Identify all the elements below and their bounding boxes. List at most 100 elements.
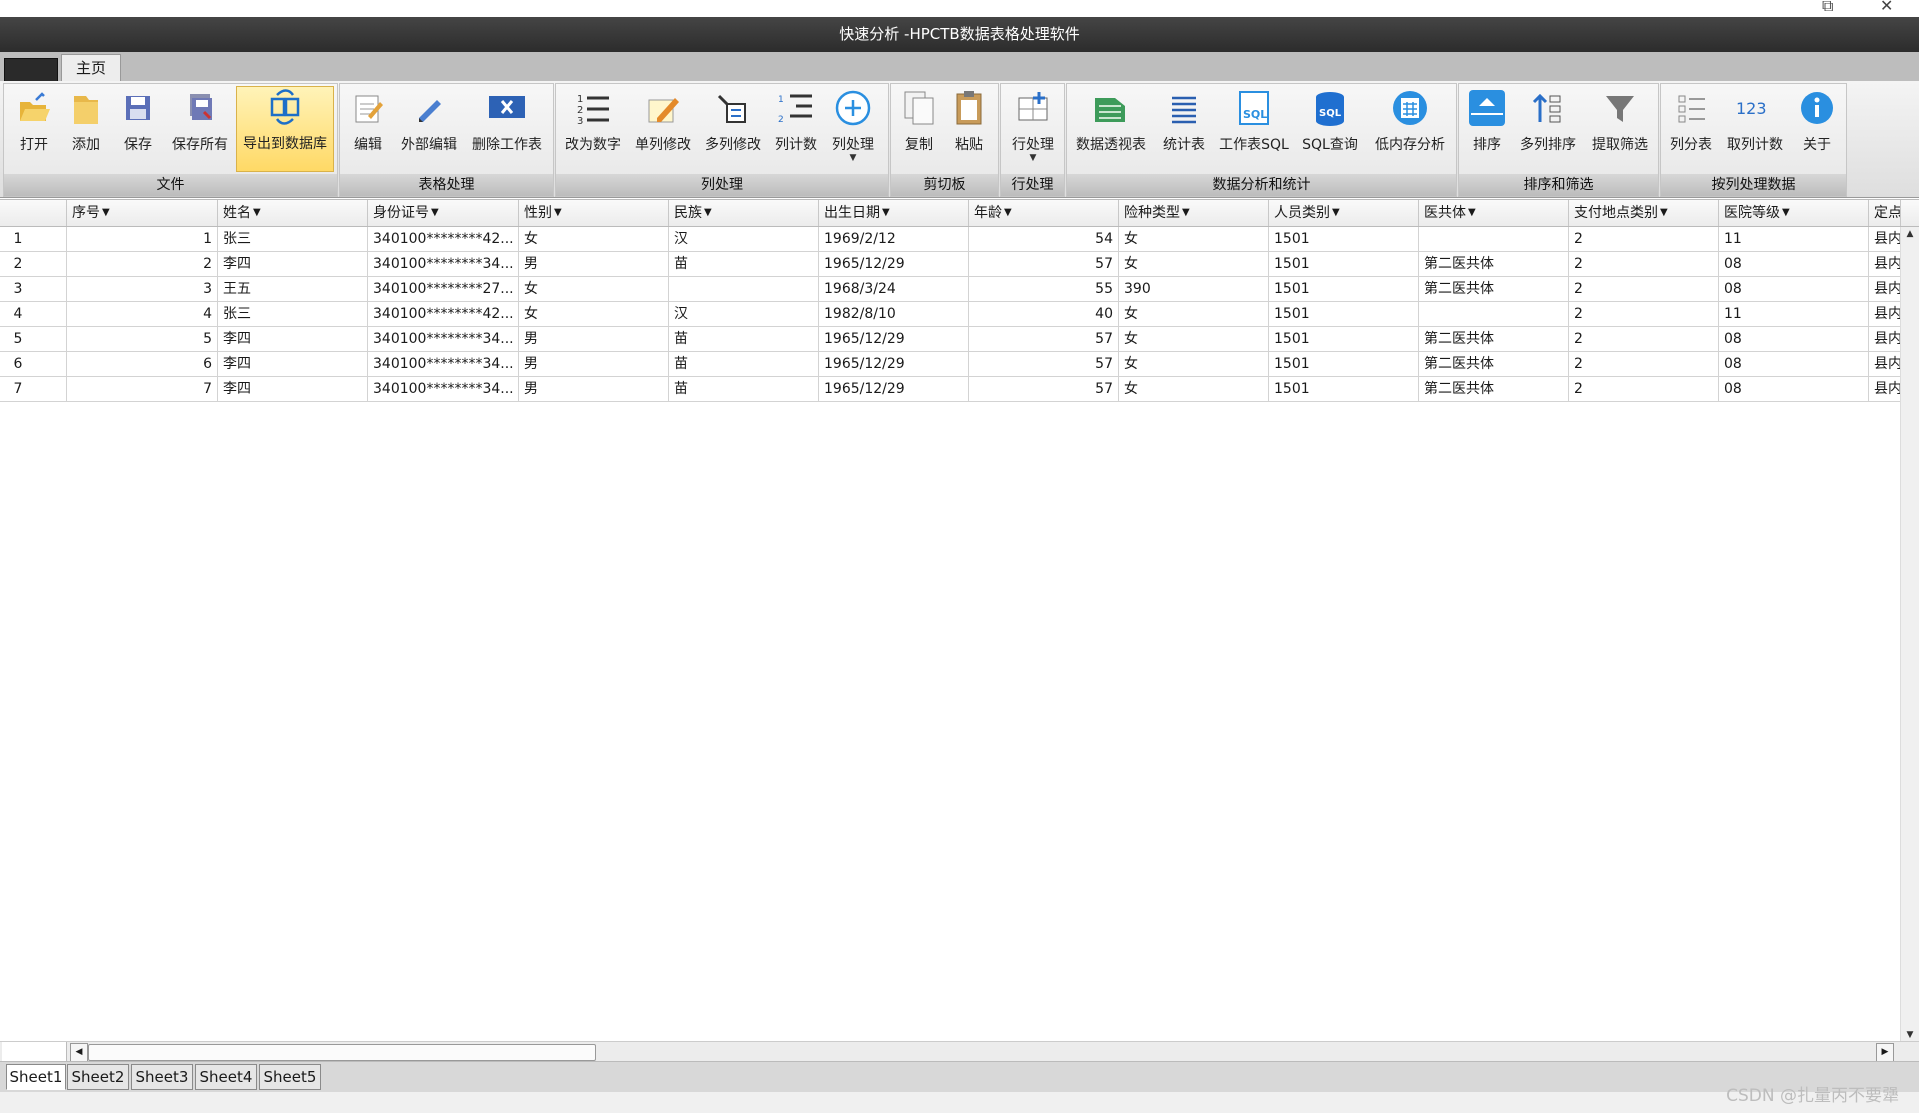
table-cell[interactable]: 1 <box>67 227 218 252</box>
column-header[interactable]: 险种类型 ▼ <box>1119 200 1269 226</box>
table-cell[interactable]: 女 <box>1119 252 1269 277</box>
table-cell[interactable]: 340100********42... <box>368 302 519 327</box>
corner-header[interactable] <box>0 200 67 226</box>
close-icon[interactable]: ✕ <box>1880 0 1893 15</box>
table-cell[interactable]: 340100********34... <box>368 327 519 352</box>
table-cell[interactable]: 1965/12/29 <box>819 377 969 402</box>
column-header[interactable]: 定点 <box>1869 200 1901 226</box>
filter-icon[interactable]: ▼ <box>554 207 562 218</box>
table-cell[interactable]: 1501 <box>1269 327 1419 352</box>
table-cell[interactable]: 40 <box>969 302 1119 327</box>
table-cell[interactable]: 1969/2/12 <box>819 227 969 252</box>
table-cell[interactable]: 4 <box>67 302 218 327</box>
table-cell[interactable]: 340100********27... <box>368 277 519 302</box>
copy-button[interactable]: 复制 <box>895 88 943 168</box>
table-cell[interactable]: 女 <box>519 302 669 327</box>
table-cell[interactable]: 李四 <box>218 377 368 402</box>
column-count-button[interactable]: 12 列计数 <box>770 88 822 168</box>
filter-icon[interactable]: ▼ <box>1660 207 1668 218</box>
column-header[interactable]: 序号 ▼ <box>67 200 218 226</box>
table-cell[interactable]: 1501 <box>1269 352 1419 377</box>
table-cell[interactable]: 1501 <box>1269 252 1419 277</box>
table-cell[interactable]: 340100********34... <box>368 252 519 277</box>
filter-icon[interactable]: ▼ <box>1004 207 1012 218</box>
take-column-count-button[interactable]: 123 取列计数 <box>1721 88 1789 168</box>
scroll-left-icon[interactable]: ◀ <box>70 1043 88 1062</box>
table-cell[interactable]: 男 <box>519 352 669 377</box>
table-cell[interactable]: 11 <box>1719 302 1869 327</box>
column-header[interactable]: 民族 ▼ <box>669 200 819 226</box>
paste-button[interactable]: 粘贴 <box>945 88 993 168</box>
table-cell[interactable]: 340100********34... <box>368 377 519 402</box>
row-header[interactable]: 7 <box>0 377 67 402</box>
pivot-table-button[interactable]: 数据透视表 <box>1071 88 1151 168</box>
table-cell[interactable]: 1965/12/29 <box>819 327 969 352</box>
table-cell[interactable]: 57 <box>969 252 1119 277</box>
filter-icon[interactable]: ▼ <box>1468 207 1476 218</box>
scroll-up-icon[interactable]: ▲ <box>1901 229 1919 239</box>
row-header[interactable]: 2 <box>0 252 67 277</box>
table-row[interactable]: 3 3 王五 340100********27... 女 1968/3/24 55 390 15… <box>0 277 1901 302</box>
table-cell[interactable]: 1501 <box>1269 227 1419 252</box>
table-cell[interactable]: 县内 <box>1869 352 1901 377</box>
table-cell[interactable]: 340100********34... <box>368 352 519 377</box>
column-process-dropdown[interactable]: 列处理 ▼ <box>824 88 882 168</box>
save-all-button[interactable]: 保存所有 <box>168 88 232 168</box>
scroll-down-icon[interactable]: ▼ <box>1901 1030 1919 1040</box>
table-cell[interactable]: 汉 <box>669 302 819 327</box>
table-cell[interactable]: 08 <box>1719 327 1869 352</box>
sort-button[interactable]: 排序 <box>1465 88 1509 168</box>
low-memory-analysis-button[interactable]: 低内存分析 <box>1369 88 1451 168</box>
column-header[interactable]: 身份证号 ▼ <box>368 200 519 226</box>
external-edit-button[interactable]: 外部编辑 <box>396 88 462 168</box>
sheet-tab[interactable]: Sheet5 <box>259 1064 321 1090</box>
table-cell[interactable]: 张三 <box>218 227 368 252</box>
table-cell[interactable]: 1965/12/29 <box>819 352 969 377</box>
table-cell[interactable]: 2 <box>1569 327 1719 352</box>
table-cell[interactable]: 张三 <box>218 302 368 327</box>
multi-column-edit-button[interactable]: 多列修改 <box>700 88 766 168</box>
table-cell[interactable]: 08 <box>1719 377 1869 402</box>
extract-filter-button[interactable]: 提取筛选 <box>1587 88 1653 168</box>
sheet-tab[interactable]: Sheet2 <box>67 1064 129 1090</box>
table-cell[interactable]: 李四 <box>218 352 368 377</box>
table-cell[interactable]: 男 <box>519 327 669 352</box>
table-row[interactable]: 2 2 李四 340100********34... 男苗 1965/12/29 57 女 15… <box>0 252 1901 277</box>
column-header[interactable]: 姓名 ▼ <box>218 200 368 226</box>
app-menu-tab[interactable] <box>4 58 58 81</box>
table-cell[interactable]: 第二医共体 <box>1419 352 1569 377</box>
table-cell[interactable]: 11 <box>1719 227 1869 252</box>
filter-icon[interactable]: ▼ <box>1332 207 1340 218</box>
table-row[interactable]: 5 5 李四 340100********34... 男苗 1965/12/29 57 女 15… <box>0 327 1901 352</box>
open-button[interactable]: 打开 <box>10 88 58 168</box>
row-header[interactable]: 1 <box>0 227 67 252</box>
table-cell[interactable]: 苗 <box>669 352 819 377</box>
table-cell[interactable]: 08 <box>1719 352 1869 377</box>
table-cell[interactable]: 县内 <box>1869 277 1901 302</box>
tab-home[interactable]: 主页 <box>61 54 121 82</box>
data-grid[interactable]: 序号 ▼ 姓名 ▼ 身份证号 ▼ 性别 ▼ 民族 ▼ 出生日期 ▼ 年龄 ▼ 险种类型 ▼ 人员… <box>0 199 1919 1042</box>
row-header[interactable]: 5 <box>0 327 67 352</box>
table-cell[interactable]: 57 <box>969 352 1119 377</box>
table-cell[interactable]: 2 <box>1569 352 1719 377</box>
table-cell[interactable]: 县内 <box>1869 377 1901 402</box>
row-header[interactable]: 3 <box>0 277 67 302</box>
filter-icon[interactable]: ▼ <box>1182 207 1190 218</box>
scroll-right-icon[interactable]: ▶ <box>1876 1043 1894 1062</box>
edit-button[interactable]: 编辑 <box>344 88 392 168</box>
column-header[interactable]: 性别 ▼ <box>519 200 669 226</box>
table-cell[interactable]: 5 <box>67 327 218 352</box>
export-to-database-button[interactable]: 导出到数据库 <box>236 86 334 172</box>
table-row[interactable]: 4 4 张三 340100********42... 女汉 1982/8/10 40 女 150… <box>0 302 1901 327</box>
table-cell[interactable]: 男 <box>519 377 669 402</box>
table-cell[interactable]: 女 <box>1119 352 1269 377</box>
table-cell[interactable]: 6 <box>67 352 218 377</box>
table-cell[interactable]: 第二医共体 <box>1419 277 1569 302</box>
row-process-dropdown[interactable]: 行处理 ▼ <box>1007 88 1059 168</box>
filter-icon[interactable]: ▼ <box>882 207 890 218</box>
filter-icon[interactable]: ▼ <box>1782 207 1790 218</box>
table-cell[interactable]: 李四 <box>218 252 368 277</box>
table-cell[interactable]: 2 <box>1569 227 1719 252</box>
table-cell[interactable]: 县内 <box>1869 327 1901 352</box>
table-row[interactable]: 6 6 李四 340100********34... 男苗 1965/12/29 57 女 15… <box>0 352 1901 377</box>
